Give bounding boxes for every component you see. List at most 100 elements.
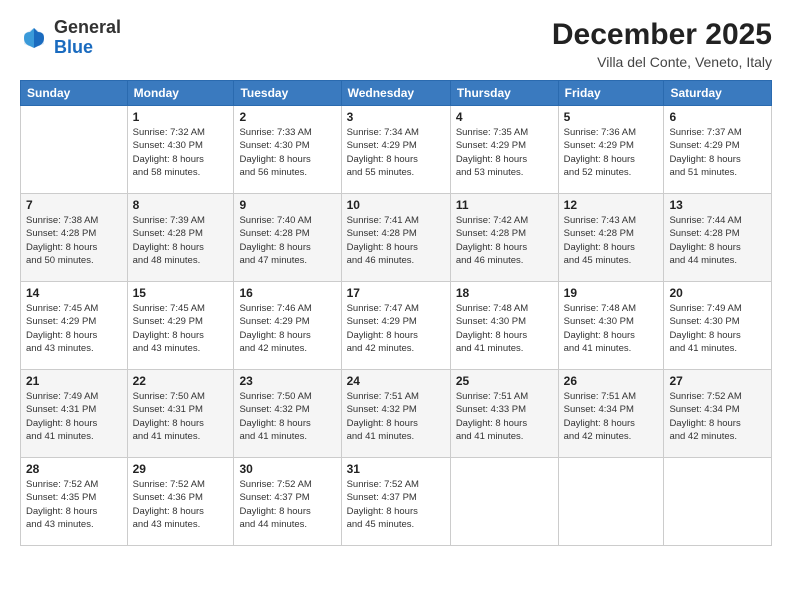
location-subtitle: Villa del Conte, Veneto, Italy [552,54,772,70]
day-info: Sunrise: 7:51 AMSunset: 4:33 PMDaylight:… [456,390,553,443]
day-info: Sunrise: 7:52 AMSunset: 4:34 PMDaylight:… [669,390,766,443]
day-number: 21 [26,374,122,388]
table-row: 29 Sunrise: 7:52 AMSunset: 4:36 PMDayligh… [127,458,234,546]
table-row: 19 Sunrise: 7:48 AMSunset: 4:30 PMDayligh… [558,282,664,370]
table-row: 11 Sunrise: 7:42 AMSunset: 4:28 PMDayligh… [450,194,558,282]
title-block: December 2025 Villa del Conte, Veneto, I… [552,18,772,70]
day-number: 20 [669,286,766,300]
day-number: 17 [347,286,445,300]
day-info: Sunrise: 7:52 AMSunset: 4:35 PMDaylight:… [26,478,122,531]
calendar-table: Sunday Monday Tuesday Wednesday Thursday… [20,80,772,546]
day-info: Sunrise: 7:49 AMSunset: 4:31 PMDaylight:… [26,390,122,443]
table-row: 12 Sunrise: 7:43 AMSunset: 4:28 PMDayligh… [558,194,664,282]
table-row: 20 Sunrise: 7:49 AMSunset: 4:30 PMDayligh… [664,282,772,370]
day-number: 22 [133,374,229,388]
day-info: Sunrise: 7:35 AMSunset: 4:29 PMDaylight:… [456,126,553,179]
day-number: 7 [26,198,122,212]
col-tuesday: Tuesday [234,81,341,106]
day-info: Sunrise: 7:46 AMSunset: 4:29 PMDaylight:… [239,302,335,355]
table-row: 2 Sunrise: 7:33 AMSunset: 4:30 PMDaylight… [234,106,341,194]
day-number: 10 [347,198,445,212]
day-info: Sunrise: 7:41 AMSunset: 4:28 PMDaylight:… [347,214,445,267]
page: General Blue December 2025 Villa del Con… [0,0,792,612]
day-number: 18 [456,286,553,300]
day-number: 30 [239,462,335,476]
day-number: 4 [456,110,553,124]
day-info: Sunrise: 7:52 AMSunset: 4:36 PMDaylight:… [133,478,229,531]
day-number: 24 [347,374,445,388]
table-row: 26 Sunrise: 7:51 AMSunset: 4:34 PMDayligh… [558,370,664,458]
table-row [21,106,128,194]
day-info: Sunrise: 7:48 AMSunset: 4:30 PMDaylight:… [564,302,659,355]
table-row: 13Sunrise: 7:44 AMSunset: 4:28 PMDayligh… [664,194,772,282]
day-info: Sunrise: 7:51 AMSunset: 4:34 PMDaylight:… [564,390,659,443]
day-number: 15 [133,286,229,300]
day-info: Sunrise: 7:49 AMSunset: 4:30 PMDaylight:… [669,302,766,355]
table-row: 31 Sunrise: 7:52 AMSunset: 4:37 PMDayligh… [341,458,450,546]
col-sunday: Sunday [21,81,128,106]
day-number: 11 [456,198,553,212]
table-row: 15Sunrise: 7:45 AMSunset: 4:29 PMDayligh… [127,282,234,370]
day-number: 19 [564,286,659,300]
table-row: 22 Sunrise: 7:50 AMSunset: 4:31 PMDayligh… [127,370,234,458]
logo-icon [20,24,48,52]
day-info: Sunrise: 7:38 AMSunset: 4:28 PMDaylight:… [26,214,122,267]
table-row: 7 Sunrise: 7:38 AMSunset: 4:28 PMDaylight… [21,194,128,282]
table-row [664,458,772,546]
day-info: Sunrise: 7:52 AMSunset: 4:37 PMDaylight:… [347,478,445,531]
col-wednesday: Wednesday [341,81,450,106]
day-info: Sunrise: 7:43 AMSunset: 4:28 PMDaylight:… [564,214,659,267]
day-number: 28 [26,462,122,476]
col-thursday: Thursday [450,81,558,106]
table-row: 25 Sunrise: 7:51 AMSunset: 4:33 PMDayligh… [450,370,558,458]
day-number: 31 [347,462,445,476]
table-row: 10 Sunrise: 7:41 AMSunset: 4:28 PMDayligh… [341,194,450,282]
calendar-week-row: 7 Sunrise: 7:38 AMSunset: 4:28 PMDaylight… [21,194,772,282]
header: General Blue December 2025 Villa del Con… [20,18,772,70]
table-row: 3 Sunrise: 7:34 AMSunset: 4:29 PMDaylight… [341,106,450,194]
calendar-week-row: 21 Sunrise: 7:49 AMSunset: 4:31 PMDayligh… [21,370,772,458]
table-row: 8Sunrise: 7:39 AMSunset: 4:28 PMDaylight… [127,194,234,282]
day-info: Sunrise: 7:33 AMSunset: 4:30 PMDaylight:… [239,126,335,179]
logo-general-text: General [54,17,121,37]
day-info: Sunrise: 7:36 AMSunset: 4:29 PMDaylight:… [564,126,659,179]
day-number: 6 [669,110,766,124]
calendar-header-row: Sunday Monday Tuesday Wednesday Thursday… [21,81,772,106]
logo-text: General Blue [54,18,121,58]
day-info: Sunrise: 7:47 AMSunset: 4:29 PMDaylight:… [347,302,445,355]
day-number: 26 [564,374,659,388]
calendar-week-row: 14Sunrise: 7:45 AMSunset: 4:29 PMDayligh… [21,282,772,370]
day-number: 12 [564,198,659,212]
table-row: 24Sunrise: 7:51 AMSunset: 4:32 PMDayligh… [341,370,450,458]
table-row [558,458,664,546]
day-number: 23 [239,374,335,388]
table-row: 28 Sunrise: 7:52 AMSunset: 4:35 PMDayligh… [21,458,128,546]
day-number: 9 [239,198,335,212]
day-number: 14 [26,286,122,300]
table-row: 18 Sunrise: 7:48 AMSunset: 4:30 PMDayligh… [450,282,558,370]
day-info: Sunrise: 7:37 AMSunset: 4:29 PMDaylight:… [669,126,766,179]
day-number: 16 [239,286,335,300]
day-number: 3 [347,110,445,124]
day-info: Sunrise: 7:48 AMSunset: 4:30 PMDaylight:… [456,302,553,355]
day-number: 2 [239,110,335,124]
day-number: 29 [133,462,229,476]
logo: General Blue [20,18,121,58]
day-number: 25 [456,374,553,388]
day-info: Sunrise: 7:34 AMSunset: 4:29 PMDaylight:… [347,126,445,179]
table-row: 14Sunrise: 7:45 AMSunset: 4:29 PMDayligh… [21,282,128,370]
day-number: 27 [669,374,766,388]
day-number: 5 [564,110,659,124]
day-info: Sunrise: 7:50 AMSunset: 4:32 PMDaylight:… [239,390,335,443]
table-row: 21 Sunrise: 7:49 AMSunset: 4:31 PMDayligh… [21,370,128,458]
table-row: 17 Sunrise: 7:47 AMSunset: 4:29 PMDayligh… [341,282,450,370]
logo-blue-text: Blue [54,37,93,57]
col-monday: Monday [127,81,234,106]
month-title: December 2025 [552,18,772,52]
table-row: 23 Sunrise: 7:50 AMSunset: 4:32 PMDayligh… [234,370,341,458]
table-row: 4 Sunrise: 7:35 AMSunset: 4:29 PMDaylight… [450,106,558,194]
col-friday: Friday [558,81,664,106]
day-info: Sunrise: 7:42 AMSunset: 4:28 PMDaylight:… [456,214,553,267]
table-row: 27 Sunrise: 7:52 AMSunset: 4:34 PMDayligh… [664,370,772,458]
day-info: Sunrise: 7:50 AMSunset: 4:31 PMDaylight:… [133,390,229,443]
